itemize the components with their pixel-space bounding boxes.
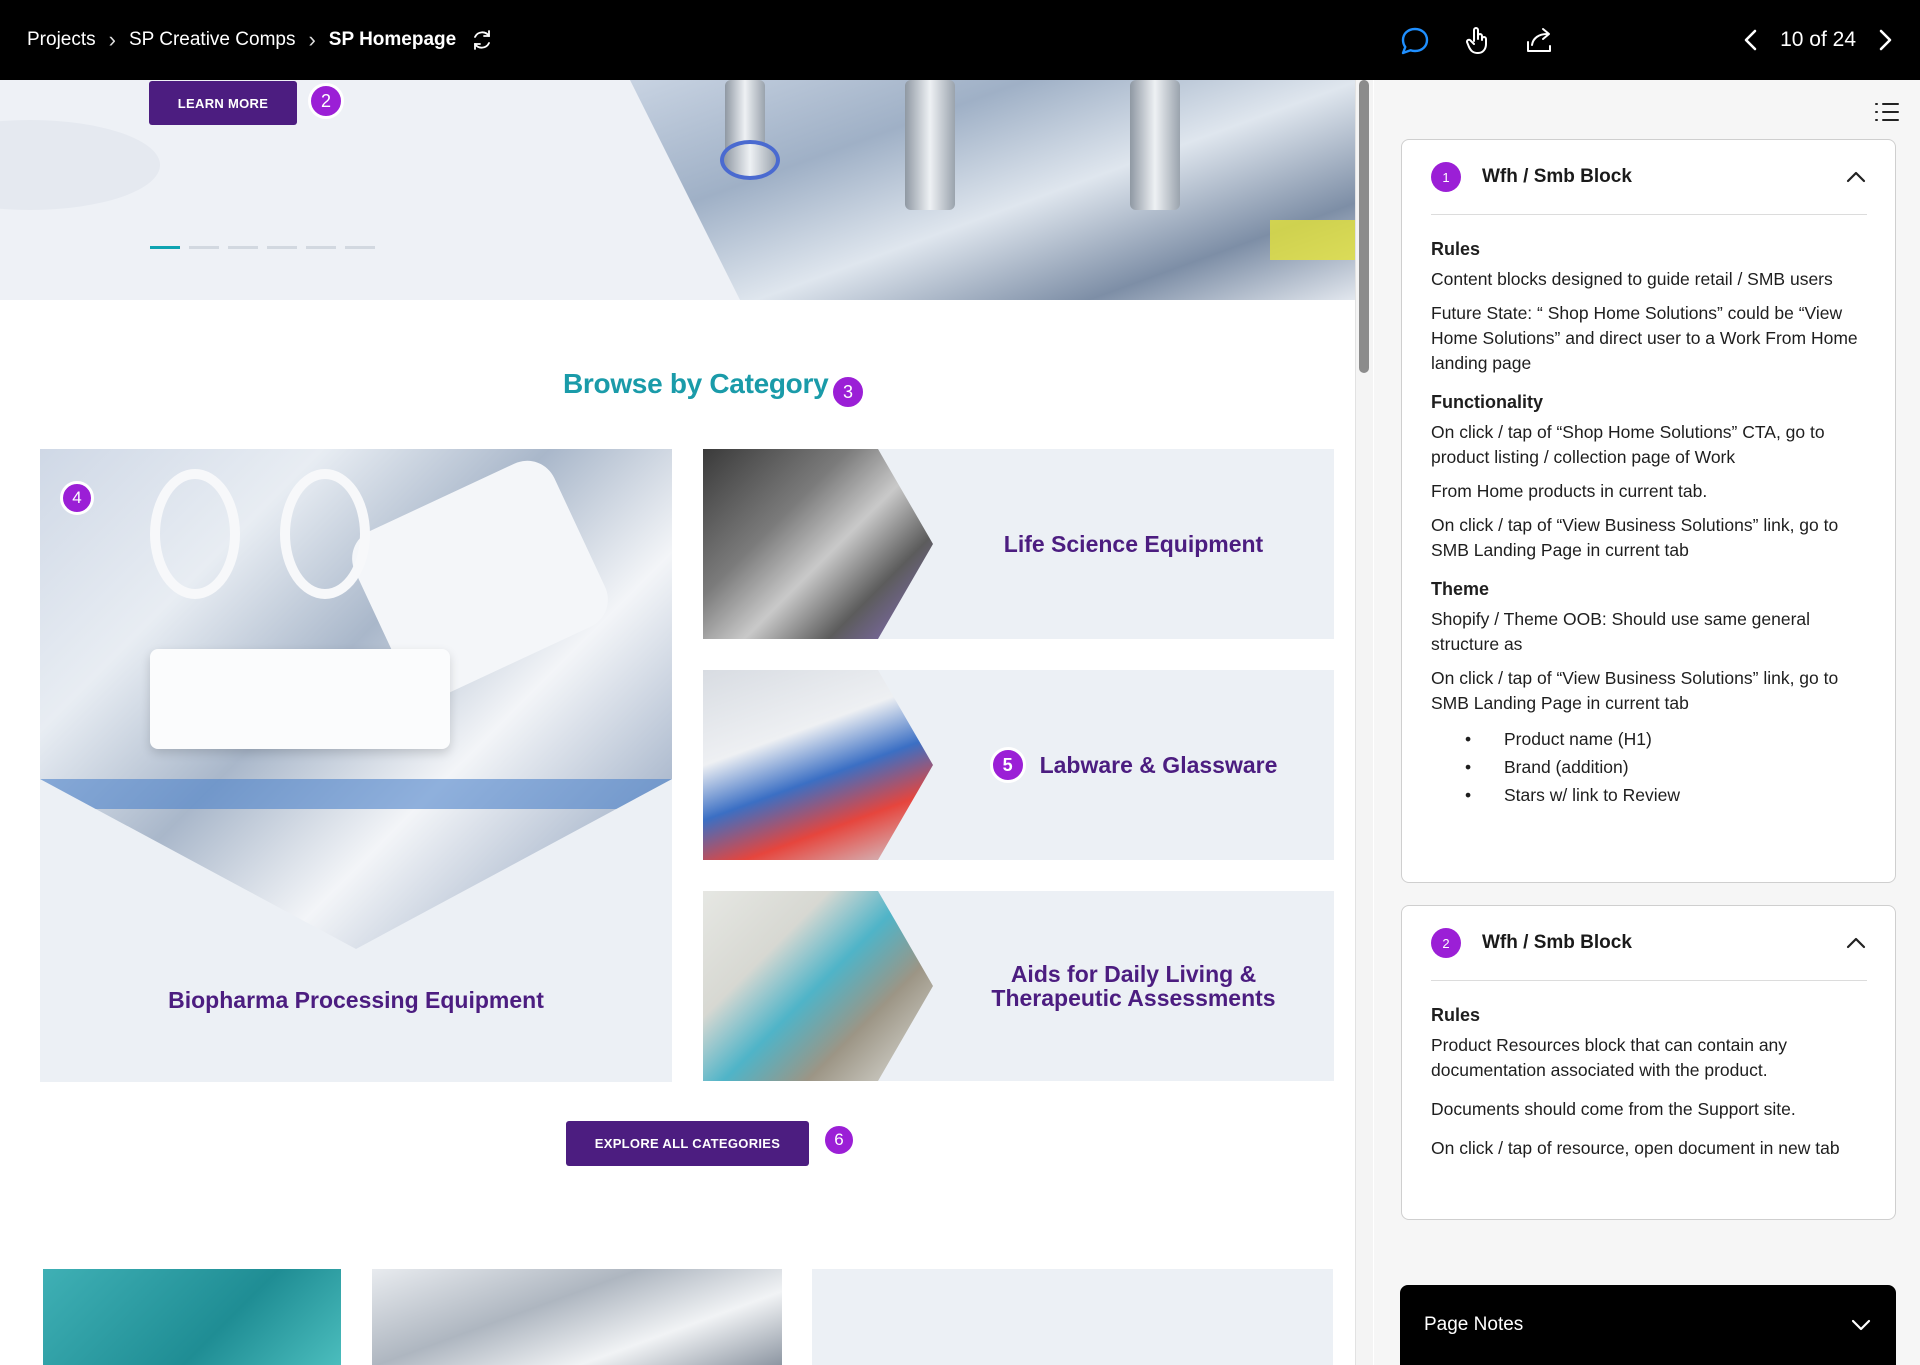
- chevron-left-icon[interactable]: [1736, 25, 1766, 55]
- processing-tray: [150, 649, 450, 749]
- page-notes-label: Page Notes: [1424, 1314, 1524, 1335]
- feature-tile[interactable]: [372, 1269, 782, 1365]
- annotation-title: Wfh / Smb Block: [1482, 166, 1632, 187]
- annotation-badge[interactable]: 6: [822, 1123, 856, 1157]
- category-card-labware[interactable]: 5 Labware & Glassware: [703, 670, 1334, 860]
- explore-all-categories-button[interactable]: EXPLORE ALL CATEGORIES: [566, 1121, 809, 1166]
- category-label: Biopharma Processing Equipment: [168, 987, 544, 1013]
- hero-photo: [630, 80, 1355, 300]
- bullet-item: Brand (addition): [1465, 753, 1867, 781]
- hero-yellow-part: [1270, 220, 1355, 260]
- section-title: Browse by Category: [563, 368, 829, 399]
- functionality-text: On click / tap of “Shop Home Solutions” …: [1431, 422, 1825, 467]
- functionality-text: From Home products in current tab.: [1431, 481, 1708, 501]
- category-label-line: Therapeutic Assessments: [991, 985, 1276, 1011]
- annotation-title: Wfh / Smb Block: [1482, 932, 1632, 953]
- carousel-dot[interactable]: [267, 246, 297, 249]
- chevron-up-icon[interactable]: [1845, 932, 1867, 954]
- feature-tile[interactable]: [812, 1269, 1333, 1365]
- annotation-badge[interactable]: 3: [830, 374, 866, 410]
- list-icon[interactable]: [1874, 100, 1900, 124]
- hero-machine-part: [905, 80, 955, 210]
- annotation-body: Rules Content blocks designed to guide r…: [1402, 215, 1895, 829]
- rule-text: On click / tap of resource, open documen…: [1431, 1138, 1840, 1158]
- theme-bullet-list: Product name (H1) Brand (addition) Stars…: [1465, 725, 1867, 809]
- page-counter: 10 of 24: [1780, 28, 1856, 51]
- chevron-up-icon[interactable]: [1845, 166, 1867, 188]
- page-notes-bar[interactable]: Page Notes: [1400, 1285, 1896, 1365]
- category-label: 5 Labware & Glassware: [933, 670, 1334, 860]
- breadcrumb-separator: ›: [108, 27, 116, 52]
- chevron-right-icon[interactable]: [1870, 25, 1900, 55]
- category-photo: [40, 449, 672, 949]
- category-thumbnail: [703, 891, 933, 1081]
- category-card-life-science[interactable]: Life Science Equipment: [703, 449, 1334, 639]
- comment-icon[interactable]: [1398, 24, 1432, 58]
- feature-tile[interactable]: [43, 1269, 341, 1365]
- top-bar: Projects › SP Creative Comps › SP Homepa…: [0, 0, 1920, 80]
- annotation-number: 1: [1431, 162, 1461, 192]
- conveyor: [40, 779, 672, 809]
- annotation-body: Rules Product Resources block that can c…: [1402, 981, 1895, 1190]
- category-label-text: Labware & Glassware: [1039, 751, 1278, 778]
- hero-machine-part: [720, 140, 780, 180]
- carousel-dot[interactable]: [150, 246, 180, 249]
- annotation-badge[interactable]: 4: [60, 481, 94, 515]
- hero-banner: LEARN MORE 2: [0, 80, 1355, 300]
- functionality-heading: Functionality: [1431, 392, 1543, 412]
- hero-machine-part: [1130, 80, 1180, 210]
- carousel-dot[interactable]: [189, 246, 219, 249]
- category-card-daily-living[interactable]: Aids for Daily Living & Therapeutic Asse…: [703, 891, 1334, 1081]
- rules-heading: Rules: [1431, 1005, 1481, 1025]
- share-icon[interactable]: [1522, 24, 1556, 58]
- glovebox-port: [280, 469, 370, 599]
- canvas-scrollbar[interactable]: [1355, 80, 1373, 1365]
- annotation-card-header[interactable]: 1 Wfh / Smb Block: [1431, 140, 1867, 215]
- breadcrumb-projects[interactable]: Projects: [27, 29, 96, 51]
- bullet-item: Stars w/ link to Review: [1465, 781, 1867, 809]
- annotation-panel: 1 Wfh / Smb Block Rules Content blocks d…: [1374, 80, 1920, 1365]
- glovebox-port: [150, 469, 240, 599]
- carousel-dot[interactable]: [306, 246, 336, 249]
- rule-text: Content blocks designed to guide retail …: [1431, 269, 1833, 289]
- category-thumbnail: [703, 449, 933, 639]
- category-label: Life Science Equipment: [1003, 530, 1264, 557]
- learn-more-button[interactable]: LEARN MORE: [149, 81, 297, 125]
- hand-icon[interactable]: [1461, 24, 1495, 58]
- scrollbar-thumb[interactable]: [1359, 80, 1369, 373]
- hero-swoosh: [0, 120, 160, 210]
- refresh-icon[interactable]: [470, 28, 494, 52]
- theme-text: Shopify / Theme OOB: Should use same gen…: [1431, 609, 1811, 654]
- breadcrumb-current-page: SP Homepage: [328, 29, 457, 50]
- bullet-item: Product name (H1): [1465, 725, 1867, 753]
- theme-heading: Theme: [1431, 579, 1490, 599]
- carousel-dots: [150, 246, 375, 249]
- functionality-text: On click / tap of “View Business Solutio…: [1431, 515, 1839, 560]
- breadcrumb-sp-creative-comps[interactable]: SP Creative Comps: [129, 29, 296, 51]
- rules-heading: Rules: [1431, 239, 1481, 259]
- annotation-card-1: 1 Wfh / Smb Block Rules Content blocks d…: [1401, 139, 1896, 883]
- breadcrumb-separator: ›: [308, 27, 316, 52]
- breadcrumb: Projects › SP Creative Comps › SP Homepa…: [27, 0, 494, 80]
- category-label-line: Aids for Daily Living &: [1010, 960, 1257, 987]
- category-label: Aids for Daily Living & Therapeutic Asse…: [933, 891, 1334, 1081]
- rule-text: Documents should come from the Support s…: [1431, 1099, 1796, 1119]
- rule-text: Future State: “ Shop Home Solutions” cou…: [1431, 303, 1858, 373]
- chevron-down-icon[interactable]: [1850, 1314, 1872, 1336]
- rule-text: Product Resources block that can contain…: [1431, 1035, 1788, 1080]
- design-canvas: LEARN MORE 2 Browse by Category 3 4 Biop…: [0, 80, 1355, 1365]
- annotation-badge[interactable]: 2: [308, 83, 344, 119]
- carousel-dot[interactable]: [228, 246, 258, 249]
- annotation-card-2: 2 Wfh / Smb Block Rules Product Resource…: [1401, 905, 1896, 1220]
- annotation-badge[interactable]: 5: [989, 747, 1026, 783]
- theme-text: On click / tap of “View Business Solutio…: [1431, 668, 1839, 713]
- annotation-card-header[interactable]: 2 Wfh / Smb Block: [1431, 906, 1867, 981]
- pager: 10 of 24: [1736, 0, 1900, 80]
- annotation-number: 2: [1431, 928, 1461, 958]
- category-thumbnail: [703, 670, 933, 860]
- carousel-dot[interactable]: [345, 246, 375, 249]
- category-card-biopharma[interactable]: 4 Biopharma Processing Equipment: [40, 449, 672, 1082]
